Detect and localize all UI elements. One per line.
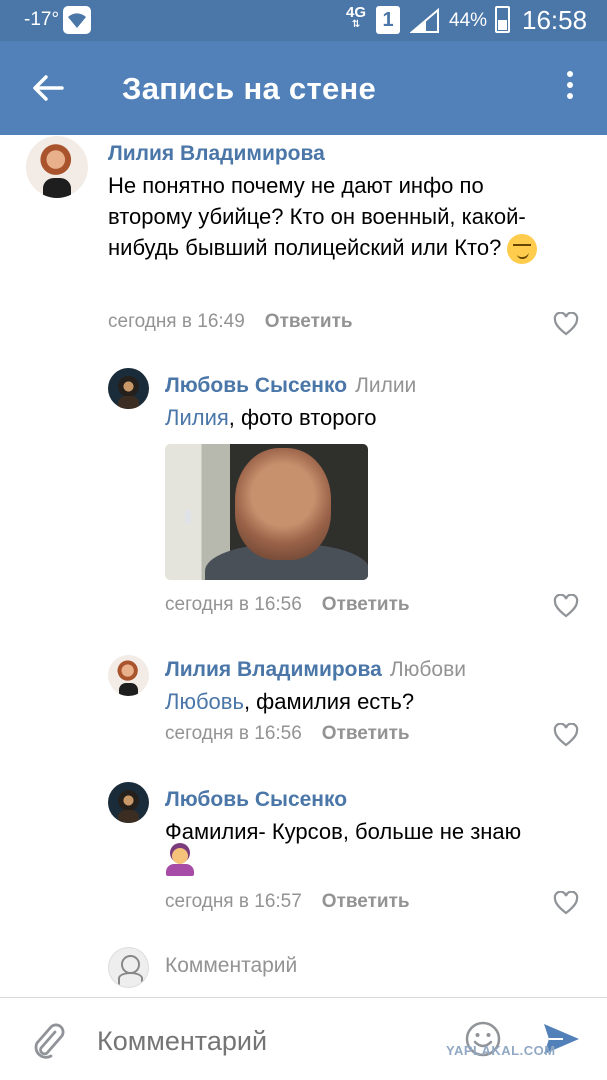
- status-bar: -17° 4G ⇅ 1 44% 16:58: [0, 0, 607, 41]
- attached-photo[interactable]: [165, 444, 368, 580]
- comment-text: Лилия, фото второго: [165, 402, 377, 433]
- reply-to-label: Лилии: [355, 374, 417, 397]
- network-activity-icon: ⇅: [351, 19, 361, 30]
- comment-time: сегодня в 16:57: [165, 891, 302, 912]
- comment-author-name: Лилия Владимирова: [165, 658, 382, 681]
- sim-indicator: 1: [376, 6, 400, 34]
- mention-link[interactable]: Любовь: [165, 689, 244, 714]
- like-heart-icon[interactable]: [553, 593, 579, 618]
- comment-body: , фото второго: [228, 405, 377, 430]
- reply-to-label: Любови: [389, 658, 466, 681]
- more-options-icon[interactable]: [560, 71, 580, 107]
- like-heart-icon[interactable]: [553, 890, 579, 915]
- paperclip-icon[interactable]: [30, 1020, 66, 1060]
- reply-button[interactable]: Ответить: [322, 891, 410, 912]
- person-shrugging-emoji-icon: [165, 847, 195, 877]
- app-toolbar: Запись на стене: [0, 41, 607, 135]
- avatar[interactable]: [26, 136, 88, 198]
- comment-meta: сегодня в 16:56 Ответить: [165, 594, 410, 616]
- comment-meta: сегодня в 16:49 Ответить: [108, 311, 353, 333]
- avatar[interactable]: [108, 782, 149, 823]
- comment-author[interactable]: Лилия Владимирова Любови: [165, 658, 466, 682]
- reply-button[interactable]: Ответить: [322, 594, 410, 615]
- reply-comment-link[interactable]: Комментарий: [165, 954, 297, 978]
- reply-button[interactable]: Ответить: [265, 311, 353, 332]
- watermark: YAPLAKAL.COM: [446, 1043, 556, 1058]
- comment-time: сегодня в 16:56: [165, 723, 302, 744]
- avatar[interactable]: [108, 655, 149, 696]
- comment-text: Не понятно почему не дают инфо по втором…: [108, 170, 558, 265]
- comment-body: Не понятно почему не дают инфо по втором…: [108, 173, 526, 260]
- like-heart-icon[interactable]: [553, 311, 579, 336]
- back-arrow-icon[interactable]: [30, 73, 66, 103]
- current-user-avatar: [108, 947, 149, 988]
- comment-author[interactable]: Любовь Сысенко: [165, 788, 347, 812]
- comment-meta: сегодня в 16:57 Ответить: [165, 891, 410, 913]
- network-type-indicator: 4G ⇅: [346, 4, 366, 30]
- clock: 16:58: [522, 5, 588, 35]
- battery-icon: [495, 6, 510, 33]
- avatar[interactable]: [108, 368, 149, 409]
- comment-author-name: Любовь Сысенко: [165, 374, 348, 397]
- comment-body: , фамилия есть?: [243, 689, 415, 714]
- photo-subject-face: [235, 448, 331, 560]
- battery-percent: 44%: [449, 10, 488, 31]
- comment-text: Фамилия- Курсов, больше не знаю: [165, 816, 585, 885]
- wifi-icon: [63, 6, 91, 34]
- comment-author[interactable]: Лилия Владимирова: [108, 142, 325, 166]
- comment-time: сегодня в 16:49: [108, 311, 245, 332]
- comment-meta: сегодня в 16:56 Ответить: [165, 723, 410, 745]
- comment-time: сегодня в 16:56: [165, 594, 302, 615]
- comment-author[interactable]: Любовь Сысенко Лилии: [165, 374, 416, 398]
- photo-background: [185, 510, 191, 524]
- reply-button[interactable]: Ответить: [322, 723, 410, 744]
- comment-text: Любовь, фамилия есть?: [165, 686, 414, 717]
- mention-link[interactable]: Лилия: [165, 405, 229, 430]
- like-heart-icon[interactable]: [553, 722, 579, 747]
- comment-input-bar: [0, 997, 607, 1080]
- page-title: Запись на стене: [122, 71, 377, 106]
- signal-icon: [409, 7, 440, 39]
- comment-body: Фамилия- Курсов, больше не знаю: [165, 819, 522, 844]
- comment-input[interactable]: [97, 1024, 427, 1058]
- smirking-face-emoji-icon: [507, 234, 538, 265]
- temperature-indicator: -17°: [24, 9, 60, 30]
